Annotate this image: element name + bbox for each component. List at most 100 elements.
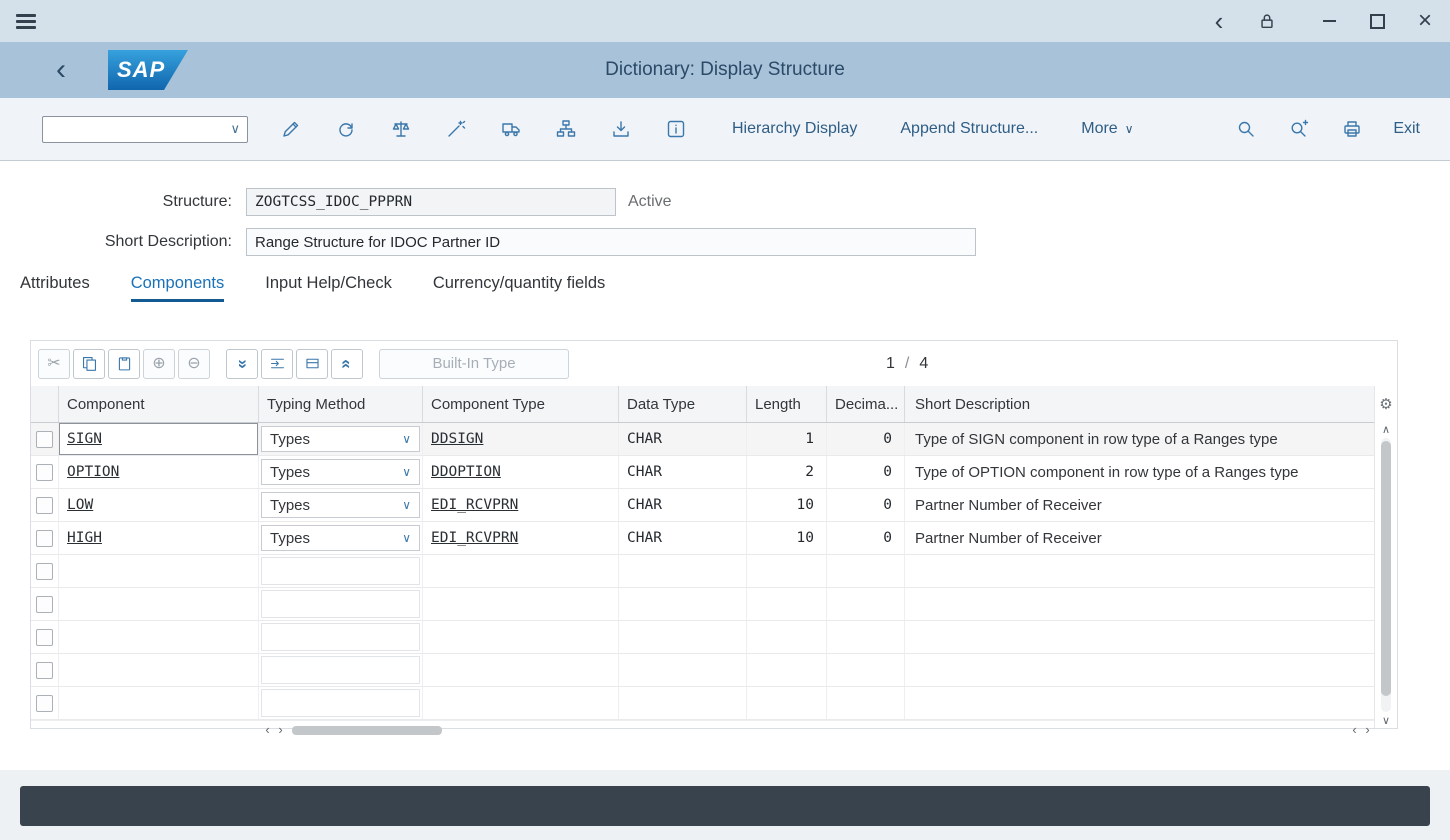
component-type-link[interactable]: EDI_RCVPRN — [431, 497, 518, 513]
row-checkbox[interactable] — [36, 431, 53, 448]
short-description-field[interactable]: Range Structure for IDOC Partner ID — [246, 228, 976, 256]
minimize-icon — [1323, 20, 1336, 22]
page-total: 4 — [919, 355, 928, 373]
search-button[interactable] — [1234, 117, 1258, 141]
scroll-left-icon[interactable]: ‹ — [1348, 721, 1361, 739]
built-in-type-button[interactable]: Built-In Type — [379, 349, 569, 379]
typing-method-dropdown[interactable]: Types ∨ — [261, 459, 420, 485]
tab-components[interactable]: Components — [131, 274, 225, 302]
lock-button[interactable] — [1256, 10, 1278, 32]
back-button[interactable]: ‹ — [56, 55, 66, 85]
scroll-up-icon[interactable]: ∧ — [1382, 422, 1390, 437]
remove-row-button[interactable]: ⊖ — [178, 349, 210, 379]
download-button[interactable] — [609, 117, 633, 141]
close-icon[interactable]: × — [1414, 10, 1436, 32]
search-more-button[interactable] — [1287, 117, 1311, 141]
column-header-component-type[interactable]: Component Type — [423, 386, 619, 422]
vertical-scroll-track[interactable] — [1381, 438, 1391, 712]
copy-button[interactable] — [73, 349, 105, 379]
grid-body: Component Typing Method Component Type D… — [31, 386, 1397, 728]
lock-icon — [1258, 12, 1276, 30]
length-cell: 1 — [747, 423, 827, 455]
tab-attributes[interactable]: Attributes — [20, 274, 90, 302]
row-checkbox[interactable] — [36, 629, 53, 646]
structure-field[interactable]: ZOGTCSS_IDOC_PPPRN — [246, 188, 616, 216]
column-header-decimals[interactable]: Decima... — [827, 386, 905, 422]
decimals-cell: 0 — [827, 489, 905, 521]
duplicate-row-button[interactable] — [296, 349, 328, 379]
horizontal-scroll-thumb[interactable] — [292, 726, 442, 735]
exit-button[interactable]: Exit — [1393, 120, 1420, 138]
column-header-data-type[interactable]: Data Type — [619, 386, 747, 422]
refresh-button[interactable] — [334, 117, 358, 141]
decimals-cell: 0 — [827, 522, 905, 554]
display-change-button[interactable] — [279, 117, 303, 141]
select-all-header-cell[interactable] — [31, 386, 59, 422]
component-link[interactable]: SIGN — [67, 431, 102, 447]
column-header-typing-method[interactable]: Typing Method — [259, 386, 423, 422]
activate-button[interactable] — [444, 117, 468, 141]
data-type-cell: CHAR — [619, 522, 747, 554]
row-checkbox[interactable] — [36, 464, 53, 481]
expand-down-button[interactable]: « — [226, 349, 258, 379]
component-type-link[interactable]: DDOPTION — [431, 464, 501, 480]
page-title: Dictionary: Display Structure — [0, 59, 1450, 81]
column-header-short-description[interactable]: Short Description — [905, 386, 1374, 422]
insert-row-button[interactable] — [261, 349, 293, 379]
runtime-object-button[interactable] — [499, 117, 523, 141]
more-button[interactable]: More ∨ — [1081, 120, 1133, 138]
info-button[interactable] — [664, 117, 688, 141]
component-type-link[interactable]: EDI_RCVPRN — [431, 530, 518, 546]
paste-button[interactable] — [108, 349, 140, 379]
add-row-button[interactable]: ⊕ — [143, 349, 175, 379]
typing-method-dropdown — [261, 656, 420, 684]
column-header-component[interactable]: Component — [59, 386, 259, 422]
row-checkbox[interactable] — [36, 695, 53, 712]
truck-icon — [501, 119, 521, 139]
scroll-right-icon[interactable]: › — [1361, 721, 1374, 739]
toolbar-text-buttons: Hierarchy Display Append Structure... Mo… — [732, 120, 1133, 138]
consistency-check-button[interactable] — [389, 117, 413, 141]
download-icon — [611, 119, 631, 139]
nav-back-icon[interactable]: ‹ — [1208, 10, 1230, 32]
row-checkbox[interactable] — [36, 530, 53, 547]
component-type-link[interactable]: DDSIGN — [431, 431, 483, 447]
collapse-up-button[interactable]: « — [331, 349, 363, 379]
minimize-button[interactable] — [1318, 10, 1340, 32]
component-link[interactable]: OPTION — [67, 464, 119, 480]
menu-button[interactable] — [14, 9, 38, 34]
cut-button[interactable]: ✂ — [38, 349, 70, 379]
command-field[interactable]: ∨ — [42, 116, 248, 143]
vertical-scrollbar: ⚙ ∧ ∨ — [1374, 386, 1397, 728]
typing-method-dropdown[interactable]: Types ∨ — [261, 492, 420, 518]
data-type-cell: CHAR — [619, 456, 747, 488]
table-row-empty — [31, 654, 1374, 687]
vertical-scroll-thumb[interactable] — [1381, 441, 1391, 696]
tab-currency-quantity-fields[interactable]: Currency/quantity fields — [433, 274, 605, 302]
chevron-down-icon[interactable]: ∨ — [230, 121, 240, 137]
plus-circle-icon: ⊕ — [152, 356, 165, 372]
row-checkbox[interactable] — [36, 563, 53, 580]
print-button[interactable] — [1340, 117, 1364, 141]
typing-method-dropdown — [261, 689, 420, 717]
component-link[interactable]: HIGH — [67, 530, 102, 546]
maximize-button[interactable] — [1366, 10, 1388, 32]
typing-method-dropdown[interactable]: Types ∨ — [261, 525, 420, 551]
short-description-label: Short Description: — [0, 233, 232, 251]
row-checkbox[interactable] — [36, 497, 53, 514]
component-link[interactable]: LOW — [67, 497, 93, 513]
row-checkbox[interactable] — [36, 662, 53, 679]
row-checkbox[interactable] — [36, 596, 53, 613]
column-header-length[interactable]: Length — [747, 386, 827, 422]
scroll-down-icon[interactable]: ∨ — [1382, 713, 1390, 728]
hierarchy-button[interactable] — [554, 117, 578, 141]
scroll-right-icon[interactable]: › — [274, 721, 287, 739]
table-settings-button[interactable]: ⚙ — [1379, 386, 1392, 422]
typing-method-dropdown — [261, 623, 420, 651]
hierarchy-display-button[interactable]: Hierarchy Display — [732, 120, 857, 138]
append-structure-button[interactable]: Append Structure... — [900, 120, 1038, 138]
tab-input-help-check[interactable]: Input Help/Check — [265, 274, 392, 302]
typing-method-dropdown[interactable]: Types ∨ — [261, 426, 420, 452]
footer-area — [0, 770, 1450, 840]
scroll-left-icon[interactable]: ‹ — [261, 721, 274, 739]
